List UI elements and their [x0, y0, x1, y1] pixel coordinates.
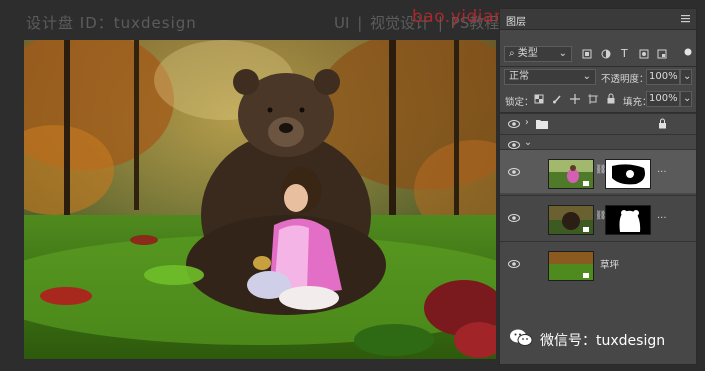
- opacity-label: 不透明度：: [601, 74, 649, 85]
- chevron-down-icon: ⌄: [558, 48, 567, 59]
- category-separator: |: [357, 14, 363, 32]
- layer-thumbnail: [548, 159, 594, 189]
- lock-transparent-icon[interactable]: [534, 94, 544, 104]
- opacity-value: 100%: [649, 71, 678, 82]
- fill-value: 100%: [649, 93, 678, 104]
- layer-row-selected[interactable]: ⛓ ...: [500, 149, 696, 193]
- lock-all-icon[interactable]: [606, 93, 616, 104]
- panel-menu-icon[interactable]: [681, 14, 690, 23]
- opacity-input[interactable]: 100%: [646, 69, 680, 85]
- panel-header: 图层: [500, 9, 696, 30]
- filter-pixel-icon[interactable]: [582, 49, 592, 59]
- folder-icon: [536, 120, 548, 129]
- fill-input[interactable]: 100%: [646, 91, 680, 107]
- chevron-down-icon: ⌄: [683, 93, 692, 104]
- visibility-eye-icon[interactable]: [508, 167, 520, 177]
- visibility-eye-icon[interactable]: [508, 259, 520, 269]
- layer-filter-select[interactable]: ⌕ 类型 ⌄: [504, 46, 572, 62]
- layer-row-bear[interactable]: ⛓ ...: [500, 195, 696, 239]
- designer-watermark: 设计盘 ID：tuxdesign: [26, 14, 197, 32]
- divider: [500, 66, 696, 67]
- layer-more-label: ...: [657, 210, 667, 221]
- filter-type-label: 类型: [517, 48, 538, 59]
- chevron-down-icon: ⌄: [683, 71, 692, 82]
- chevron-right-icon[interactable]: ›: [525, 117, 529, 128]
- wechat-icon: [510, 329, 533, 346]
- filter-smart-object-icon[interactable]: [657, 49, 667, 59]
- fill-slider-toggle[interactable]: ⌄: [680, 91, 692, 107]
- layer-row-lawn[interactable]: 草坪: [500, 241, 696, 285]
- lock-artboard-icon[interactable]: [588, 94, 598, 104]
- layer-thumbnail: [548, 251, 594, 281]
- layer-name: 草坪: [600, 260, 620, 271]
- layer-mask-thumbnail[interactable]: [605, 159, 651, 189]
- layer-more-label: ...: [657, 164, 667, 175]
- layer-thumbnail: [548, 205, 594, 235]
- blend-mode-select[interactable]: 正常 ⌄: [504, 69, 596, 85]
- filter-type-icon[interactable]: T: [621, 47, 628, 60]
- search-icon: ⌕: [509, 48, 515, 59]
- lock-image-icon[interactable]: [552, 94, 562, 104]
- wechat-watermark: 微信号：tuxdesign: [540, 333, 666, 349]
- document-canvas[interactable]: [24, 40, 496, 359]
- filter-adjustment-icon[interactable]: [601, 49, 611, 59]
- layer-lock-icon: [659, 118, 666, 129]
- visibility-eye-icon[interactable]: [508, 213, 520, 223]
- chevron-down-icon[interactable]: ⌄: [524, 137, 532, 148]
- lock-label: 锁定：: [505, 97, 534, 108]
- blend-mode-value: 正常: [509, 71, 529, 82]
- visibility-eye-icon[interactable]: [508, 119, 520, 129]
- canvas-artwork: [24, 40, 496, 359]
- opacity-slider-toggle[interactable]: ⌄: [680, 69, 692, 85]
- filter-shape-icon[interactable]: [639, 49, 649, 59]
- layer-mask-thumbnail[interactable]: [605, 205, 651, 235]
- lock-position-icon[interactable]: [570, 94, 580, 104]
- chevron-down-icon: ⌄: [582, 71, 591, 82]
- category-ui: UI: [334, 14, 350, 32]
- layers-panel: 图层 ⌕ 类型 ⌄ T 正常 ⌄ 不透明度： 100% ⌄ 锁定： 填充： 10…: [499, 8, 697, 365]
- filter-toggle-icon[interactable]: [683, 47, 693, 57]
- layer-row-group[interactable]: ›: [500, 113, 696, 134]
- layers-tab[interactable]: 图层: [506, 13, 526, 28]
